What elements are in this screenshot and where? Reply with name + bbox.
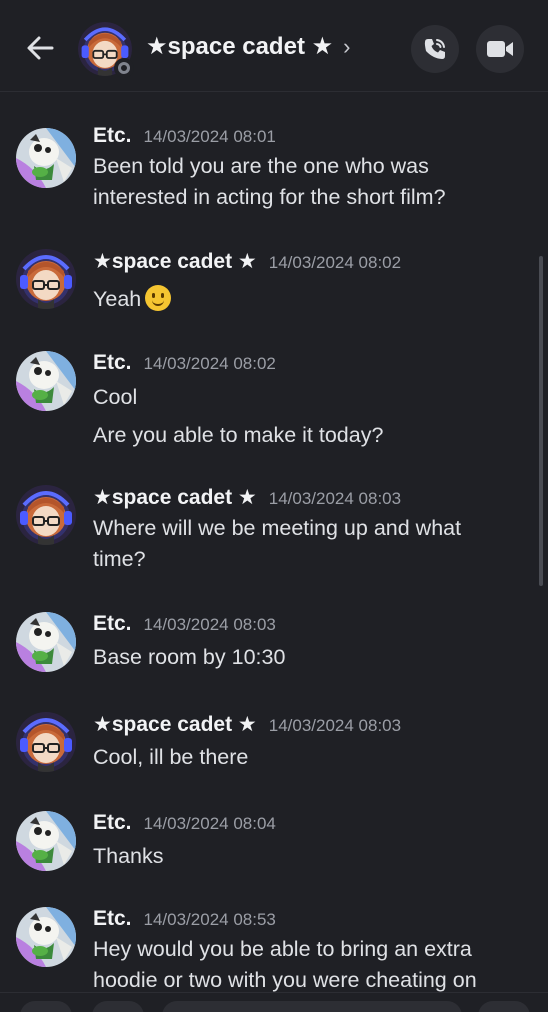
avatar[interactable] [16,811,76,871]
message-timestamp: 14/03/2024 08:01 [143,127,276,146]
back-button[interactable] [22,30,58,66]
avatar[interactable] [16,351,76,411]
message-text: hoodie or two with you were cheating on [93,968,477,992]
header-avatar[interactable] [78,22,134,78]
message-text: Cool [93,385,138,409]
chat-title: ★space cadet ★ [146,33,334,60]
message-text: time? [93,547,146,571]
message-text: Base room by 10:30 [93,645,286,669]
message-input[interactable] [162,1001,462,1012]
message-text: Cool, ill be there [93,745,249,769]
phone-call-icon [424,39,445,59]
avatar[interactable] [16,249,76,309]
message-author[interactable]: ★space cadet ★ [93,712,257,737]
chevron-right-icon: › [343,33,351,59]
message-timestamp: 14/03/2024 08:02 [268,253,402,272]
message-author[interactable]: Etc. [93,612,132,636]
message-author[interactable]: ★space cadet ★ [93,485,257,510]
video-camera-icon [487,41,513,57]
avatar[interactable] [16,485,76,545]
message-text: Where will we be meeting up and what [93,516,462,540]
composer-bar [0,992,548,1012]
message-text: Been told you are the one who was [93,154,429,178]
voice-call-button[interactable] [411,25,459,73]
avatar[interactable] [16,907,76,967]
message-author[interactable]: Etc. [93,124,132,148]
chat-title-button[interactable]: ★space cadet ★ › [146,32,350,61]
voice-message-button[interactable] [478,1001,530,1012]
message-timestamp: 14/03/2024 08:04 [143,814,276,833]
message-text: Are you able to make it today? [93,423,384,447]
apps-button[interactable] [92,1001,144,1012]
slightly-smiling-face-icon [145,285,172,311]
scrollbar[interactable] [539,256,543,586]
message-author[interactable]: ★space cadet ★ [93,249,257,274]
offline-status-icon [114,58,134,78]
message-text: Yeah [93,285,172,312]
message-text: interested in acting for the short film? [93,185,446,209]
message-timestamp: 14/03/2024 08:02 [143,354,276,373]
avatar[interactable] [16,712,76,772]
message-timestamp: 14/03/2024 08:53 [143,910,276,929]
video-call-button[interactable] [476,25,524,73]
message-list[interactable]: Etc. 14/03/2024 08:01 Been told you are … [0,92,548,992]
message-timestamp: 14/03/2024 08:03 [143,615,276,634]
message-author[interactable]: Etc. [93,811,132,835]
avatar[interactable] [16,128,76,188]
chat-header: ★space cadet ★ › [0,0,548,92]
message-text: Thanks [93,844,164,868]
message-text: Hey would you be able to bring an extra [93,937,472,961]
arrow-left-icon [27,36,54,60]
message-author[interactable]: Etc. [93,351,132,375]
avatar[interactable] [16,612,76,672]
message-author[interactable]: Etc. [93,907,132,931]
message-timestamp: 14/03/2024 08:03 [268,489,402,508]
message-timestamp: 14/03/2024 08:03 [268,716,402,735]
add-attachment-button[interactable] [20,1001,72,1012]
